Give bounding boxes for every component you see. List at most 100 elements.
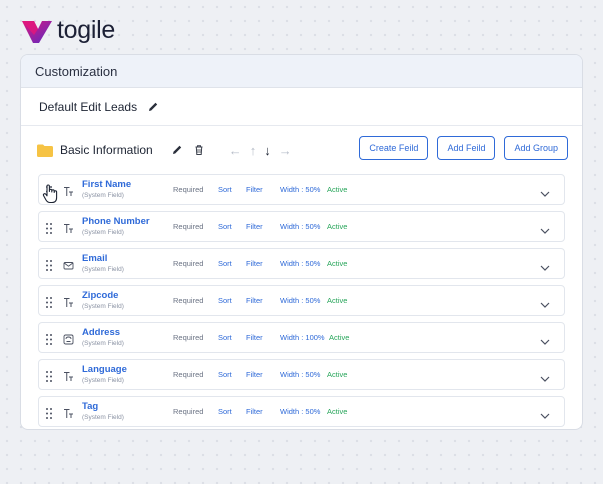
- edit-pencil-icon[interactable]: [147, 101, 159, 113]
- required-toggle[interactable]: Required: [173, 333, 203, 342]
- drag-handle-icon[interactable]: [46, 406, 52, 419]
- required-toggle[interactable]: Required: [173, 296, 203, 305]
- width-setting[interactable]: Width : 50%: [280, 370, 320, 379]
- required-toggle[interactable]: Required: [173, 222, 203, 231]
- chevron-down-icon[interactable]: [540, 333, 550, 345]
- panel-header: Customization: [21, 55, 582, 88]
- chevron-down-icon[interactable]: [540, 407, 550, 419]
- group-actions: Create Feild Add Feild Add Group: [359, 136, 568, 160]
- drag-handle-icon[interactable]: [46, 332, 52, 345]
- status-badge: Active: [327, 296, 348, 305]
- field-name[interactable]: Language: [82, 364, 127, 375]
- layout-title-bar: Default Edit Leads: [21, 88, 582, 126]
- sort-toggle[interactable]: Sort: [218, 296, 232, 305]
- field-subtitle: (System Field): [82, 266, 124, 273]
- drag-handle-icon[interactable]: [46, 369, 52, 382]
- drag-handle-icon[interactable]: [46, 295, 52, 308]
- field-name[interactable]: Phone Number: [82, 216, 150, 227]
- required-toggle[interactable]: Required: [173, 407, 203, 416]
- width-setting[interactable]: Width : 50%: [280, 259, 320, 268]
- group-toolbar: Basic Information ← ↑ ↓ → Create Feild A…: [21, 126, 582, 174]
- field-row[interactable]: Tag (System Field) Required Sort Filter Width…: [38, 396, 565, 427]
- arrow-down-icon[interactable]: ↓: [264, 143, 271, 158]
- chevron-down-icon[interactable]: [540, 370, 550, 382]
- chevron-down-icon[interactable]: [540, 259, 550, 271]
- move-arrows: ← ↑ ↓ →: [229, 143, 292, 158]
- field-subtitle: (System Field): [82, 303, 124, 310]
- required-toggle[interactable]: Required: [173, 185, 203, 194]
- required-toggle[interactable]: Required: [173, 259, 203, 268]
- email-icon: [63, 258, 74, 270]
- layout-title: Default Edit Leads: [39, 99, 138, 114]
- field-row[interactable]: Phone Number (System Field) Required Sort Fi…: [38, 211, 565, 242]
- filter-toggle[interactable]: Filter: [246, 407, 263, 416]
- edit-group-pencil-icon[interactable]: [171, 144, 184, 157]
- field-row[interactable]: Zipcode (System Field) Required Sort Filter W…: [38, 285, 565, 316]
- field-subtitle: (System Field): [82, 414, 124, 421]
- width-setting[interactable]: Width : 50%: [280, 407, 320, 416]
- drag-handle-icon[interactable]: [46, 221, 52, 234]
- sort-toggle[interactable]: Sort: [218, 259, 232, 268]
- field-row[interactable]: First Name (System Field) Required Sort Filt…: [38, 174, 565, 205]
- filter-toggle[interactable]: Filter: [246, 333, 263, 342]
- sort-toggle[interactable]: Sort: [218, 407, 232, 416]
- text-type-icon: [63, 369, 74, 381]
- field-name[interactable]: Address: [82, 327, 120, 338]
- field-row[interactable]: Address (System Field) Required Sort Filter W…: [38, 322, 565, 353]
- filter-toggle[interactable]: Filter: [246, 222, 263, 231]
- arrow-left-icon[interactable]: ←: [229, 143, 242, 158]
- chevron-down-icon[interactable]: [540, 222, 550, 234]
- field-name[interactable]: Email: [82, 253, 107, 264]
- create-field-button[interactable]: Create Feild: [359, 136, 429, 160]
- arrow-up-icon[interactable]: ↑: [250, 143, 257, 158]
- status-badge: Active: [327, 407, 348, 416]
- add-group-button[interactable]: Add Group: [504, 136, 568, 160]
- width-setting[interactable]: Width : 100%: [280, 333, 325, 342]
- width-setting[interactable]: Width : 50%: [280, 296, 320, 305]
- sort-toggle[interactable]: Sort: [218, 333, 232, 342]
- group-title: Basic Information: [60, 143, 153, 157]
- filter-toggle[interactable]: Filter: [246, 185, 263, 194]
- sort-toggle[interactable]: Sort: [218, 185, 232, 194]
- field-name[interactable]: First Name: [82, 179, 131, 190]
- text-type-icon: [63, 221, 74, 233]
- drag-handle-icon[interactable]: [46, 258, 52, 271]
- field-subtitle: (System Field): [82, 377, 124, 384]
- brand-name: togile: [57, 16, 115, 44]
- filter-toggle[interactable]: Filter: [246, 296, 263, 305]
- field-name[interactable]: Tag: [82, 401, 98, 412]
- chevron-down-icon[interactable]: [540, 185, 550, 197]
- text-type-icon: [63, 295, 74, 307]
- status-badge: Active: [327, 222, 348, 231]
- field-row[interactable]: Email (System Field) Required Sort Filter Wid…: [38, 248, 565, 279]
- sort-toggle[interactable]: Sort: [218, 222, 232, 231]
- delete-trash-icon[interactable]: [193, 144, 206, 157]
- add-field-button[interactable]: Add Feild: [437, 136, 496, 160]
- hand-cursor-icon: [42, 184, 58, 204]
- field-name[interactable]: Zipcode: [82, 290, 118, 301]
- field-list: First Name (System Field) Required Sort Filt…: [21, 174, 582, 427]
- status-badge: Active: [327, 185, 348, 194]
- field-subtitle: (System Field): [82, 229, 124, 236]
- folder-icon: [37, 144, 53, 157]
- panel-title: Customization: [35, 63, 118, 79]
- width-setting[interactable]: Width : 50%: [280, 185, 320, 194]
- customization-panel: Customization Default Edit Leads Basic I…: [20, 54, 583, 430]
- field-subtitle: (System Field): [82, 192, 124, 199]
- field-row[interactable]: Language (System Field) Required Sort Filter…: [38, 359, 565, 390]
- sort-toggle[interactable]: Sort: [218, 370, 232, 379]
- chevron-down-icon[interactable]: [540, 296, 550, 308]
- field-subtitle: (System Field): [82, 340, 124, 347]
- filter-toggle[interactable]: Filter: [246, 370, 263, 379]
- brand-logo: togile: [20, 16, 115, 45]
- width-setting[interactable]: Width : 50%: [280, 222, 320, 231]
- status-badge: Active: [329, 333, 350, 342]
- status-badge: Active: [327, 259, 348, 268]
- text-type-icon: [63, 184, 74, 196]
- arrow-right-icon[interactable]: →: [279, 143, 292, 158]
- togile-logo-icon: [22, 20, 52, 43]
- filter-toggle[interactable]: Filter: [246, 259, 263, 268]
- text-type-icon: [63, 406, 74, 418]
- required-toggle[interactable]: Required: [173, 370, 203, 379]
- status-badge: Active: [327, 370, 348, 379]
